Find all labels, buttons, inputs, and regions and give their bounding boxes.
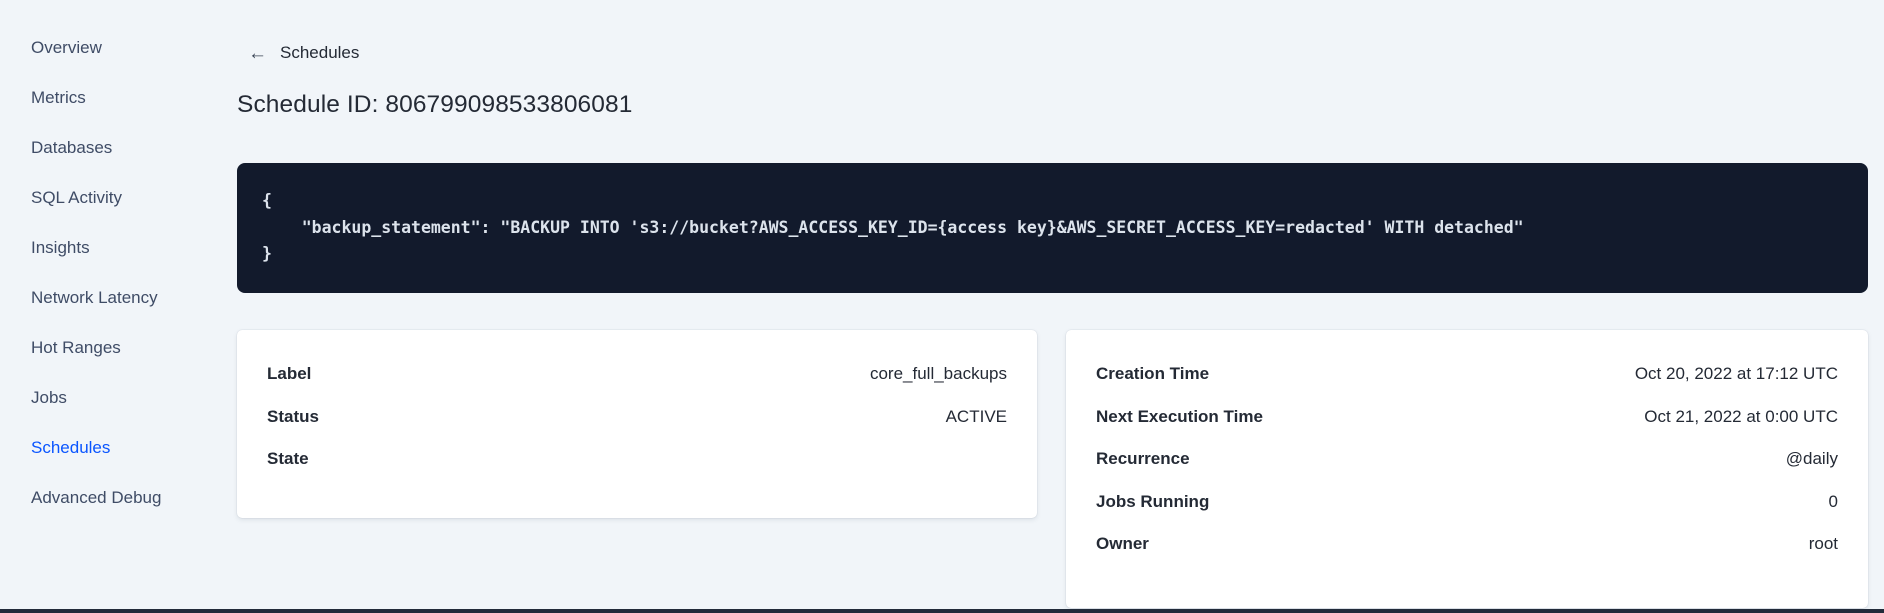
schedule-definition-code-block: { "backup_statement": "BACKUP INTO 's3:/…	[237, 163, 1868, 293]
sidebar-item-databases[interactable]: Databases	[31, 123, 227, 173]
back-arrow-icon: ←	[248, 42, 267, 64]
detail-row-recurrence: Recurrence @daily	[1096, 438, 1838, 481]
row-value: @daily	[1785, 449, 1838, 469]
sidebar-item-hot-ranges[interactable]: Hot Ranges	[31, 323, 227, 373]
window-bottom-edge	[0, 609, 1884, 613]
row-label: Label	[267, 364, 312, 384]
sidebar-item-jobs[interactable]: Jobs	[31, 373, 227, 423]
row-label: Owner	[1096, 534, 1149, 554]
row-label: Next Execution Time	[1096, 406, 1263, 426]
row-label: Status	[267, 406, 319, 426]
detail-row-status: Status ACTIVE	[267, 396, 1007, 439]
row-label: Creation Time	[1096, 364, 1210, 384]
detail-row-owner: Owner root	[1096, 523, 1838, 566]
row-value: 0	[1828, 491, 1838, 511]
row-label: State	[267, 449, 309, 469]
row-label: Jobs Running	[1096, 491, 1210, 511]
sidebar-item-network-latency[interactable]: Network Latency	[31, 273, 227, 323]
detail-row-label: Label core_full_backups	[267, 353, 1007, 396]
row-value: root	[1808, 534, 1838, 554]
sidebar-nav: Overview Metrics Databases SQL Activity …	[31, 23, 227, 523]
row-value: core_full_backups	[869, 364, 1007, 384]
detail-row-creation-time: Creation Time Oct 20, 2022 at 17:12 UTC	[1096, 353, 1838, 396]
main-content: ← Schedules Schedule ID: 806799098533806…	[237, 0, 1868, 613]
sidebar-item-metrics[interactable]: Metrics	[31, 73, 227, 123]
detail-row-state: State	[267, 438, 1007, 481]
sidebar-item-insights[interactable]: Insights	[31, 223, 227, 273]
row-value: ACTIVE	[945, 406, 1007, 426]
row-value: Oct 21, 2022 at 0:00 UTC	[1644, 406, 1838, 426]
sidebar-item-schedules[interactable]: Schedules	[31, 423, 227, 473]
sidebar-item-advanced-debug[interactable]: Advanced Debug	[31, 473, 227, 523]
row-value: Oct 20, 2022 at 17:12 UTC	[1634, 364, 1838, 384]
sidebar-item-sql-activity[interactable]: SQL Activity	[31, 173, 227, 223]
schedule-details-card: Label core_full_backups Status ACTIVE St…	[237, 330, 1037, 518]
code-text: { "backup_statement": "BACKUP INTO 's3:/…	[262, 191, 1524, 263]
schedule-timing-card: Creation Time Oct 20, 2022 at 17:12 UTC …	[1066, 330, 1868, 608]
page-title: Schedule ID: 806799098533806081	[237, 91, 633, 118]
back-link-label: Schedules	[280, 43, 360, 62]
sidebar-item-overview[interactable]: Overview	[31, 23, 227, 73]
detail-row-next-execution-time: Next Execution Time Oct 21, 2022 at 0:00…	[1096, 396, 1838, 439]
row-label: Recurrence	[1096, 449, 1190, 469]
sidebar: Overview Metrics Databases SQL Activity …	[0, 0, 237, 613]
detail-row-jobs-running: Jobs Running 0	[1096, 481, 1838, 524]
back-to-schedules-link[interactable]: ← Schedules	[248, 43, 359, 63]
